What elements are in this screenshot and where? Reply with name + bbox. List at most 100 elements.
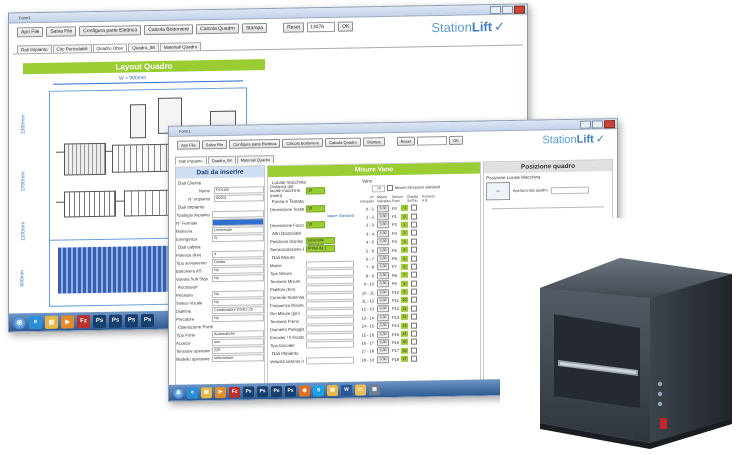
display-input[interactable]: 15 bbox=[401, 339, 408, 346]
semicirc-select[interactable]: Primo da 1 bbox=[306, 244, 335, 253]
vano-count-input[interactable]: 10 bbox=[372, 184, 385, 192]
filezilla-icon[interactable]: Fz bbox=[229, 386, 240, 398]
windows-orb-icon[interactable]: ⊞ bbox=[13, 315, 26, 329]
misura-input[interactable]: 3,30 bbox=[377, 255, 389, 263]
accesso-checkbox[interactable] bbox=[411, 255, 417, 262]
media-icon[interactable]: ▶ bbox=[215, 386, 226, 398]
media-icon[interactable]: ▶ bbox=[61, 314, 74, 329]
motor-row-input[interactable] bbox=[306, 324, 354, 333]
app-icon[interactable]: ▣ bbox=[369, 383, 380, 395]
display-input[interactable]: 11 bbox=[401, 305, 408, 312]
tab-materiali-quadro[interactable]: Materiali Quadro bbox=[236, 155, 275, 164]
motor-row-input[interactable] bbox=[306, 292, 354, 301]
precatore-select[interactable]: No bbox=[212, 313, 264, 322]
display-input[interactable]: 4 bbox=[401, 246, 408, 254]
misura-input[interactable]: 3,30 bbox=[377, 322, 389, 330]
reset-button[interactable]: Reset bbox=[396, 136, 416, 146]
calc-quadro-button[interactable]: Calcola Quadro bbox=[325, 137, 361, 148]
word-icon[interactable]: W bbox=[341, 384, 352, 396]
motor-row-input[interactable] bbox=[306, 332, 354, 341]
motor-row-input[interactable] bbox=[306, 260, 354, 269]
photoshop-icon[interactable]: Ps bbox=[285, 385, 296, 397]
potenza-select[interactable]: 4 bbox=[212, 249, 264, 258]
display-input[interactable]: 2 bbox=[401, 230, 408, 237]
display-input[interactable]: 17 bbox=[401, 355, 408, 363]
motor-row-input[interactable] bbox=[306, 308, 354, 317]
tipo-porte-select[interactable]: Automatiche bbox=[212, 329, 264, 338]
tensione-select[interactable]: 220 bbox=[212, 345, 264, 354]
print-button[interactable]: Stampa bbox=[241, 23, 268, 34]
client-number-input[interactable]: 00001 bbox=[214, 193, 264, 202]
display-input[interactable]: 16 bbox=[401, 347, 408, 354]
misura-input[interactable]: 3,30 bbox=[377, 347, 389, 355]
pesatura-select[interactable]: No bbox=[212, 289, 264, 298]
misura-input[interactable]: 3,30 bbox=[377, 288, 389, 296]
accesso-checkbox[interactable] bbox=[411, 305, 417, 312]
misura-input[interactable]: 3,30 bbox=[377, 271, 389, 280]
machine-room-thumbnail[interactable]: ▭ bbox=[486, 181, 510, 201]
close-button[interactable] bbox=[514, 5, 525, 14]
accesso-checkbox[interactable] bbox=[411, 229, 417, 237]
accesso-checkbox[interactable] bbox=[411, 330, 417, 337]
ie-icon[interactable]: e bbox=[187, 386, 198, 399]
explorer-icon[interactable]: ▤ bbox=[45, 315, 58, 329]
windows-orb-icon[interactable]: ⊞ bbox=[173, 387, 184, 399]
photoshop-icon[interactable]: Ps bbox=[243, 385, 254, 398]
distanza-input[interactable]: 10 bbox=[306, 187, 325, 195]
display-input[interactable]: 0 bbox=[401, 213, 408, 220]
display-select[interactable]: posizione principale bbox=[306, 236, 335, 247]
bottoniera-select[interactable]: No bbox=[212, 265, 264, 274]
motor-row-input[interactable] bbox=[306, 284, 354, 293]
motor-row-input[interactable] bbox=[306, 300, 354, 309]
calc-quadro-button[interactable]: Calcola Quadro bbox=[196, 23, 239, 35]
photoshop-icon[interactable]: Ps bbox=[257, 385, 268, 397]
velocita-input[interactable] bbox=[306, 356, 354, 365]
standard-checkbox[interactable] bbox=[387, 185, 393, 192]
calc-bottoniere-button[interactable]: Calcola Bottoniere bbox=[144, 24, 194, 36]
minimize-button[interactable] bbox=[580, 120, 591, 129]
accesso-checkbox[interactable] bbox=[411, 221, 417, 228]
display-input[interactable]: 3 bbox=[401, 238, 408, 245]
explorer-icon[interactable]: ▤ bbox=[327, 384, 338, 396]
firefox-icon[interactable]: ◉ bbox=[299, 384, 310, 397]
misura-input[interactable]: 3,30 bbox=[377, 213, 389, 221]
accesso-checkbox[interactable] bbox=[411, 204, 417, 211]
display-input[interactable]: 12 bbox=[401, 314, 408, 321]
accesso-checkbox[interactable] bbox=[411, 263, 417, 270]
client-name-input[interactable]: ROLAB bbox=[214, 185, 264, 194]
display-input[interactable]: 8 bbox=[401, 280, 408, 287]
manovra-select[interactable]: Universale bbox=[212, 225, 264, 234]
photoshop-icon[interactable]: Ps bbox=[271, 385, 282, 397]
ie-icon[interactable]: e bbox=[29, 315, 42, 329]
display-input[interactable]: 6 bbox=[401, 263, 408, 270]
maximize-button[interactable] bbox=[592, 120, 603, 129]
save-file-button[interactable]: Salva File bbox=[46, 26, 77, 37]
misura-input[interactable]: 3,30 bbox=[377, 355, 389, 363]
motor-row-input[interactable] bbox=[306, 276, 354, 285]
accesso-checkbox[interactable] bbox=[411, 271, 417, 278]
accesso-checkbox[interactable] bbox=[411, 288, 417, 295]
valvola-select[interactable]: No bbox=[212, 273, 264, 282]
accesso-checkbox[interactable] bbox=[411, 280, 417, 287]
misura-input[interactable]: 3,30 bbox=[377, 297, 389, 305]
sintesi-select[interactable]: No bbox=[212, 297, 264, 306]
motor-row-input[interactable] bbox=[306, 340, 354, 349]
misura-input[interactable]: 3,30 bbox=[377, 246, 389, 254]
misura-input[interactable]: 3,30 bbox=[377, 204, 389, 212]
misura-input[interactable]: 3,30 bbox=[377, 330, 389, 338]
save-file-button[interactable]: Salva File bbox=[201, 139, 228, 150]
photoshop-icon[interactable]: Ps bbox=[109, 314, 122, 328]
misura-input[interactable]: 3,30 bbox=[377, 313, 389, 322]
skype-icon[interactable]: S bbox=[313, 384, 324, 396]
accesso-checkbox[interactable] bbox=[411, 297, 417, 304]
motor-row-input[interactable] bbox=[306, 268, 354, 277]
misura-input[interactable]: 3,30 bbox=[377, 221, 389, 229]
open-file-button[interactable]: Apri File bbox=[17, 26, 44, 38]
display-input[interactable]: -1 bbox=[401, 204, 408, 212]
tipologia-select[interactable] bbox=[212, 209, 264, 218]
ok-button[interactable]: OK bbox=[338, 21, 354, 32]
folder-icon[interactable]: ▭ bbox=[355, 383, 366, 396]
close-button[interactable] bbox=[604, 120, 615, 129]
testata-input[interactable]: 10 bbox=[306, 204, 325, 213]
code-field[interactable]: 13076 bbox=[307, 21, 336, 33]
